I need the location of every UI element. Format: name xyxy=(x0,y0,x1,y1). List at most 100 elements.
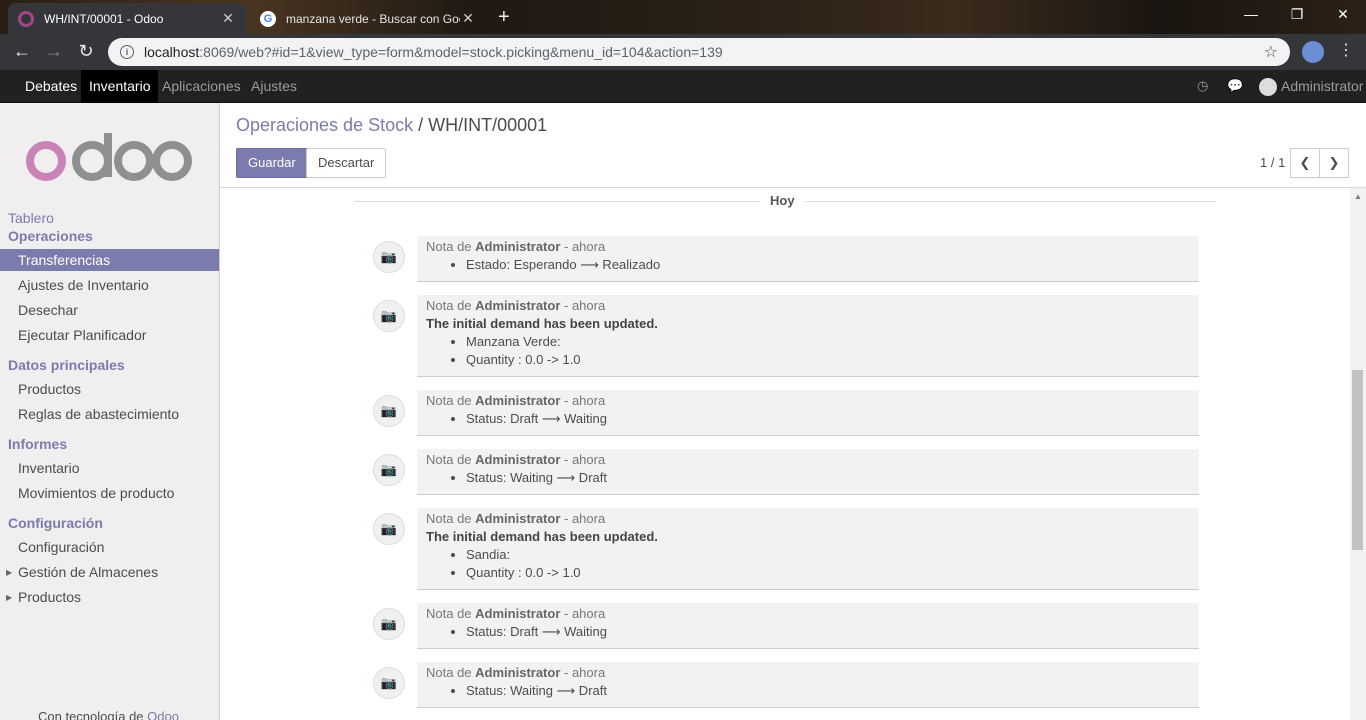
new-tab-icon[interactable]: + xyxy=(498,6,510,29)
url-path: :8069/web?#id=1&view_type=form&model=sto… xyxy=(199,44,723,60)
close-tab-icon[interactable]: ✕ xyxy=(460,10,476,27)
chatter-message: Nota de Administrator - ahora The initial… xyxy=(417,295,1199,377)
chatter-message: Nota de Administrator - ahora Status: Wai… xyxy=(417,449,1199,495)
browser-tab-strip: WH/INT/00001 - Odoo ✕ G manzana verde - … xyxy=(0,0,1366,34)
sidebar-section-informes: Informes xyxy=(8,436,68,452)
sidebar-item-productos-config[interactable]: Productos xyxy=(0,586,219,608)
message-time: - ahora xyxy=(560,239,606,254)
message-meta: Nota de Administrator - ahora xyxy=(426,665,1190,680)
form-content: Hoy 📷 Nota de Administrator - ahora Estado… xyxy=(220,188,1350,720)
message-meta: Nota de Administrator - ahora xyxy=(426,606,1190,621)
tab-title: manzana verde - Buscar con Goo xyxy=(286,11,460,26)
author-avatar-camera-icon[interactable]: 📷 xyxy=(373,667,405,699)
discard-button[interactable]: Descartar xyxy=(306,148,387,178)
tracking-value: Status: Draft ⟶ Waiting xyxy=(466,623,1190,641)
message-prefix: Nota de xyxy=(426,239,476,254)
activity-clock-icon[interactable]: ◷ xyxy=(1197,78,1208,94)
content-scrollbar[interactable]: ▲ xyxy=(1350,188,1366,720)
minimize-icon[interactable]: — xyxy=(1228,6,1274,22)
tracking-list: Manzana Verde:Quantity : 0.0 -> 1.0 xyxy=(426,333,1190,369)
message-author[interactable]: Administrator xyxy=(475,606,560,621)
browser-tab-odoo[interactable]: WH/INT/00001 - Odoo ✕ xyxy=(8,3,246,34)
chatter-message: Nota de Administrator - ahora Status: Wai… xyxy=(417,662,1199,708)
browser-toolbar: ← → ↻ i localhost:8069/web?#id=1&view_ty… xyxy=(0,34,1366,70)
powered-by-link[interactable]: Odoo xyxy=(147,709,179,720)
menu-aplicaciones[interactable]: Aplicaciones xyxy=(154,70,249,103)
tracking-list: Estado: Esperando ⟶ Realizado xyxy=(426,256,1190,274)
sidebar-item-ejecutar-planificador[interactable]: Ejecutar Planificador xyxy=(0,324,219,346)
message-author[interactable]: Administrator xyxy=(475,665,560,680)
sidebar-section-operaciones: Operaciones xyxy=(8,228,93,244)
scrollbar-thumb[interactable] xyxy=(1352,370,1363,550)
powered-by: Con tecnología de Odoo xyxy=(38,709,179,720)
save-button[interactable]: Guardar xyxy=(236,148,308,178)
site-info-icon[interactable]: i xyxy=(120,45,134,59)
message-author[interactable]: Administrator xyxy=(475,393,560,408)
message-time: - ahora xyxy=(560,665,606,680)
profile-avatar-icon[interactable] xyxy=(1302,41,1324,63)
browser-menu-icon[interactable]: ⋮ xyxy=(1338,40,1354,60)
message-author[interactable]: Administrator xyxy=(475,298,560,313)
close-tab-icon[interactable]: ✕ xyxy=(220,10,236,27)
back-icon[interactable]: ← xyxy=(10,41,34,62)
author-avatar-camera-icon[interactable]: 📷 xyxy=(373,241,405,273)
message-prefix: Nota de xyxy=(426,393,476,408)
sidebar-section-datos-principales: Datos principales xyxy=(8,357,125,373)
message-time: - ahora xyxy=(560,511,606,526)
message-prefix: Nota de xyxy=(426,452,476,467)
sidebar-item-configuracion[interactable]: Configuración xyxy=(0,536,219,558)
user-menu[interactable]: Administrator xyxy=(1259,70,1363,103)
sidebar-item-inventario[interactable]: Inventario xyxy=(0,457,219,479)
message-author[interactable]: Administrator xyxy=(475,452,560,467)
breadcrumb-parent[interactable]: Operaciones de Stock xyxy=(236,115,413,135)
pager-next-button[interactable]: ❯ xyxy=(1319,148,1349,178)
close-window-icon[interactable]: ✕ xyxy=(1320,6,1366,23)
chatter-message: Nota de Administrator - ahora Status: Dra… xyxy=(417,603,1199,649)
chatter-message: Nota de Administrator - ahora The initial… xyxy=(417,508,1199,590)
sidebar-item-transferencias[interactable]: Transferencias xyxy=(0,249,219,271)
sidebar-item-desechar[interactable]: Desechar xyxy=(0,299,219,321)
message-meta: Nota de Administrator - ahora xyxy=(426,393,1190,408)
restore-icon[interactable]: ❐ xyxy=(1274,6,1320,23)
menu-ajustes[interactable]: Ajustes xyxy=(243,70,305,103)
tracking-value: Manzana Verde: xyxy=(466,333,1190,351)
google-favicon-icon: G xyxy=(260,10,276,27)
bookmark-star-icon[interactable]: ☆ xyxy=(1264,42,1278,62)
author-avatar-camera-icon[interactable]: 📷 xyxy=(373,300,405,332)
menu-debates[interactable]: Debates xyxy=(17,70,85,103)
sidebar-section-tablero[interactable]: Tablero xyxy=(8,210,54,226)
pager-value[interactable]: 1 / 1 xyxy=(1260,155,1285,170)
message-time: - ahora xyxy=(560,298,606,313)
author-avatar-camera-icon[interactable]: 📷 xyxy=(373,454,405,486)
odoo-main-navbar: Debates Inventario Aplicaciones Ajustes … xyxy=(0,70,1366,103)
message-meta: Nota de Administrator - ahora xyxy=(426,298,1190,313)
sidebar-item-reglas-abastecimiento[interactable]: Reglas de abastecimiento xyxy=(0,403,219,425)
address-bar[interactable]: i localhost:8069/web?#id=1&view_type=for… xyxy=(108,38,1290,66)
chevron-left-icon: ❮ xyxy=(1299,155,1311,170)
tracking-list: Status: Draft ⟶ Waiting xyxy=(426,410,1190,428)
message-author[interactable]: Administrator xyxy=(475,239,560,254)
message-author[interactable]: Administrator xyxy=(475,511,560,526)
message-prefix: Nota de xyxy=(426,606,476,621)
scroll-up-icon[interactable]: ▲ xyxy=(1354,192,1362,201)
tracking-value: Status: Waiting ⟶ Draft xyxy=(466,469,1190,487)
message-meta: Nota de Administrator - ahora xyxy=(426,452,1190,467)
author-avatar-camera-icon[interactable]: 📷 xyxy=(373,513,405,545)
browser-tab-google[interactable]: G manzana verde - Buscar con Goo ✕ xyxy=(250,3,486,34)
sidebar-item-movimientos-producto[interactable]: Movimientos de producto xyxy=(0,482,219,504)
sidebar-section-configuracion: Configuración xyxy=(8,515,103,531)
messaging-icon[interactable]: 💬 xyxy=(1227,78,1243,94)
breadcrumb: Operaciones de Stock / WH/INT/00001 xyxy=(236,115,547,136)
sidebar-item-ajustes-inventario[interactable]: Ajustes de Inventario xyxy=(0,274,219,296)
url-host: localhost xyxy=(144,44,200,60)
odoo-logo[interactable] xyxy=(26,133,194,190)
sidebar-item-productos[interactable]: Productos xyxy=(0,378,219,400)
message-prefix: Nota de xyxy=(426,511,476,526)
forward-icon[interactable]: → xyxy=(42,41,66,62)
pager-previous-button[interactable]: ❮ xyxy=(1290,148,1320,178)
author-avatar-camera-icon[interactable]: 📷 xyxy=(373,608,405,640)
reload-icon[interactable]: ↻ xyxy=(74,41,98,62)
author-avatar-camera-icon[interactable]: 📷 xyxy=(373,395,405,427)
menu-inventario[interactable]: Inventario xyxy=(81,70,159,103)
sidebar-item-gestion-almacenes[interactable]: Gestión de Almacenes xyxy=(0,561,219,583)
